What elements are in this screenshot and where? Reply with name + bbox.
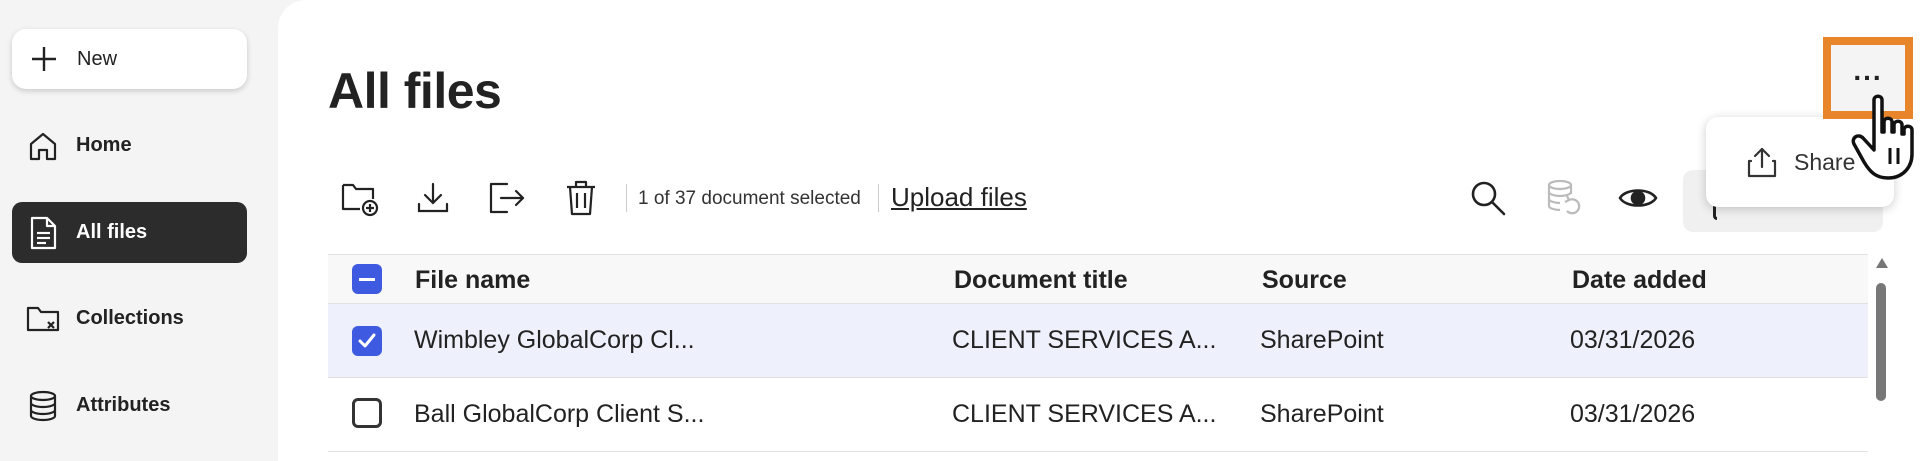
share-menu-label: Share [1794,148,1856,175]
toolbar: 1 of 37 document selected Upload files [278,170,1920,232]
toolbar-divider [626,184,627,212]
table-header: File name Document title Source Date add… [328,254,1868,304]
sidebar: New Home All files Collections Attribute… [0,0,278,461]
plus-icon [29,44,59,74]
document-icon [26,216,60,250]
sidebar-item-collections[interactable]: Collections [12,288,247,349]
checkmark-icon [358,333,376,348]
hand-cursor-icon [1851,94,1914,180]
upload-files-link[interactable]: Upload files [891,182,1027,213]
home-icon [26,129,60,163]
row-checkbox[interactable] [352,326,382,356]
share-icon [1744,144,1780,180]
column-header-date-added[interactable]: Date added [1572,266,1707,295]
download-icon[interactable] [411,176,455,220]
eye-icon[interactable] [1616,176,1660,220]
cell-document-title: CLIENT SERVICES A... [952,400,1217,428]
row-checkbox[interactable] [352,398,382,428]
sidebar-item-attributes[interactable]: Attributes [12,375,247,436]
cell-source: SharePoint [1260,326,1384,354]
folder-collection-icon [26,302,60,336]
move-icon[interactable] [485,176,529,220]
table-row[interactable]: Wimbley GlobalCorp Cl... CLIENT SERVICES… [328,304,1868,378]
column-header-document-title[interactable]: Document title [954,266,1128,295]
cell-date-added: 03/31/2026 [1570,400,1696,428]
sidebar-item-all-files[interactable]: All files [12,202,247,263]
cell-document-title: CLIENT SERVICES A... [952,326,1217,354]
selection-count: 1 of 37 document selected [638,188,861,209]
sidebar-item-label: Attributes [76,394,171,416]
new-button[interactable]: New [12,29,247,89]
column-header-source[interactable]: Source [1262,266,1347,295]
new-folder-icon[interactable] [338,176,382,220]
sidebar-item-label: Collections [76,307,184,329]
main-panel: All files 1 of 37 document selected Uplo… [278,0,1920,461]
cell-file-name[interactable]: Ball GlobalCorp Client S... [414,400,704,429]
cell-source: SharePoint [1260,400,1384,428]
table-row[interactable]: Ball GlobalCorp Client S... CLIENT SERVI… [328,378,1868,452]
search-icon[interactable] [1466,176,1510,220]
minus-icon [359,277,375,281]
select-all-checkbox[interactable] [352,264,382,294]
scroll-up-arrow-icon[interactable] [1876,258,1888,268]
cell-file-name[interactable]: Wimbley GlobalCorp Cl... [414,326,695,355]
sidebar-item-home[interactable]: Home [12,115,247,176]
database-sync-icon [1542,176,1586,220]
scroll-thumb[interactable] [1876,283,1886,401]
new-button-label: New [77,47,118,70]
sidebar-item-label: All files [76,221,148,243]
toolbar-divider [878,184,879,212]
trash-icon[interactable] [559,176,603,220]
database-icon [26,389,60,423]
page-title: All files [328,63,502,119]
sidebar-item-label: Home [76,134,132,156]
cell-date-added: 03/31/2026 [1570,326,1696,354]
more-options-label: ... [1853,55,1883,86]
column-header-file-name[interactable]: File name [415,266,530,295]
